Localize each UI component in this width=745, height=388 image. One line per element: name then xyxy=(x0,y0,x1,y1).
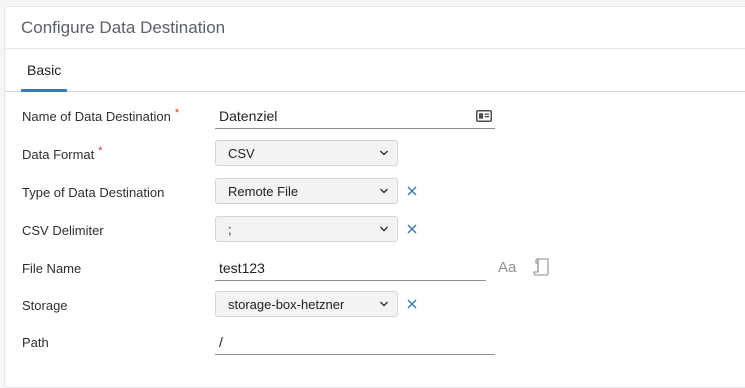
storage-value: storage-box-hetzner xyxy=(228,296,345,312)
file-name-input[interactable] xyxy=(215,255,486,281)
required-marker: * xyxy=(98,145,103,157)
row-storage: Storage storage-box-hetzner xyxy=(5,290,745,320)
destination-type-value: Remote File xyxy=(228,183,299,199)
storage-label: Storage xyxy=(22,297,68,313)
tab-bar: Basic xyxy=(5,49,745,92)
destination-type-label: Type of Data Destination xyxy=(22,184,165,200)
destination-type-select[interactable]: Remote File xyxy=(215,178,398,204)
chevron-down-icon xyxy=(380,226,388,232)
tab-basic-label: Basic xyxy=(27,62,62,78)
chevron-down-icon xyxy=(380,301,388,307)
path-input[interactable] xyxy=(215,329,495,355)
data-format-select[interactable]: CSV xyxy=(215,140,398,166)
required-marker: * xyxy=(174,107,180,119)
chevron-down-icon xyxy=(380,150,388,156)
file-name-label: File Name xyxy=(22,260,82,276)
panel-title: Configure Data Destination xyxy=(21,17,226,37)
text-format-icon[interactable]: Aa xyxy=(498,259,516,276)
row-destination-type: Type of Data Destination Remote File xyxy=(5,177,745,207)
close-icon[interactable] xyxy=(406,223,418,235)
document-scroll-icon[interactable] xyxy=(533,257,551,282)
csv-delimiter-select[interactable]: ; xyxy=(215,216,398,242)
path-label: Path xyxy=(22,334,49,350)
close-icon[interactable] xyxy=(406,185,418,197)
row-name: Name of Data Destination * xyxy=(5,101,745,131)
data-format-label: Data Format * xyxy=(22,145,103,162)
row-path: Path xyxy=(5,327,745,357)
id-card-icon[interactable] xyxy=(476,109,492,127)
storage-select[interactable]: storage-box-hetzner xyxy=(215,291,398,317)
chevron-down-icon xyxy=(380,188,388,194)
panel-header: Configure Data Destination xyxy=(5,7,745,49)
configure-data-destination-panel: Configure Data Destination Basic Name of… xyxy=(4,6,745,388)
close-icon[interactable] xyxy=(406,298,418,310)
name-input[interactable] xyxy=(215,103,495,129)
name-label: Name of Data Destination * xyxy=(22,107,180,124)
row-csv-delimiter: CSV Delimiter ; xyxy=(5,215,745,245)
row-file-name: File Name Aa xyxy=(5,253,745,283)
data-format-value: CSV xyxy=(228,145,255,161)
row-data-format: Data Format * CSV xyxy=(5,139,745,169)
tab-basic[interactable]: Basic xyxy=(21,49,68,92)
csv-delimiter-value: ; xyxy=(228,221,232,237)
csv-delimiter-label: CSV Delimiter xyxy=(22,222,104,238)
